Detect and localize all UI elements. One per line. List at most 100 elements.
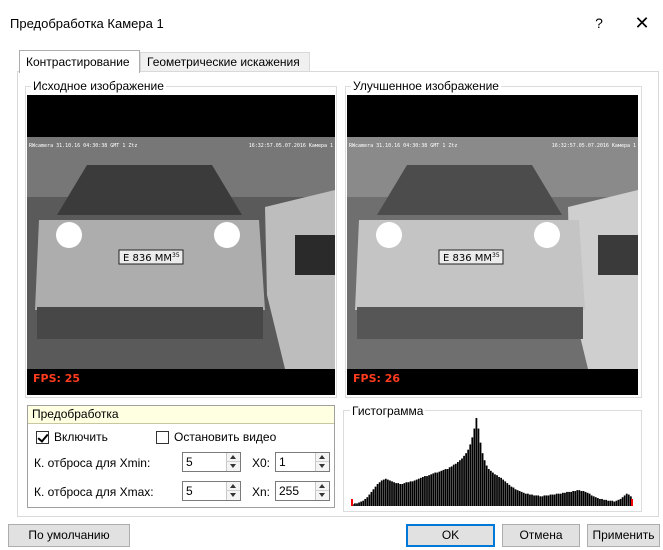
histogram-bar <box>459 460 461 506</box>
histogram-bar <box>448 467 451 506</box>
enhanced-image-label: Улучшенное изображение <box>351 79 501 93</box>
xn-value[interactable]: 255 <box>279 484 299 498</box>
histogram-bar <box>434 472 437 506</box>
histogram-max-marker <box>631 499 633 506</box>
tab-geometric-distortion[interactable]: Геометрические искажения <box>140 52 310 72</box>
xmin-spinbox[interactable]: 5 <box>182 452 241 472</box>
enhanced-video-view: E 836 MM 35 RWcamera 31.10.16 04:30:38 GMT… <box>347 95 638 395</box>
histogram-bar <box>393 482 395 506</box>
x0-up-icon[interactable] <box>316 453 329 462</box>
histogram-bar <box>389 480 391 506</box>
preprocessing-title: Предобработка <box>28 406 334 424</box>
window-title: Предобработка Камера 1 <box>10 16 164 31</box>
histogram-bar <box>440 470 443 506</box>
enable-checkbox-label: Включить <box>54 430 108 444</box>
histogram-bar <box>607 500 610 506</box>
car-bumper <box>37 307 263 339</box>
histogram-bar <box>601 498 603 506</box>
car-bumper <box>357 307 583 339</box>
tab-contrast[interactable]: Контрастирование <box>19 50 140 73</box>
xmin-spin-buttons <box>226 453 240 471</box>
histogram-bar <box>524 493 527 506</box>
histogram-bar <box>613 501 616 506</box>
histogram-bar <box>508 484 511 506</box>
histogram-bar <box>545 495 548 506</box>
histogram-bar <box>599 498 601 506</box>
xmin-value[interactable]: 5 <box>186 455 193 469</box>
histogram-bar <box>401 484 404 506</box>
histogram-bar <box>533 495 535 506</box>
xmax-value[interactable]: 5 <box>186 484 193 498</box>
enable-checkbox[interactable]: Включить <box>36 430 108 444</box>
histogram-bar <box>419 477 422 506</box>
histogram-bar <box>415 479 418 506</box>
histogram-bar <box>382 479 385 506</box>
x0-label: X0: <box>252 456 271 470</box>
histogram-bar <box>522 492 525 506</box>
histogram-bar <box>557 493 560 506</box>
x0-value[interactable]: 1 <box>279 455 286 469</box>
histogram-bar <box>500 477 502 506</box>
histogram-bar <box>442 469 445 506</box>
histogram-bar <box>586 492 589 506</box>
camera-overlay-right: 16:32:57.05.07.2016 Камера 1 <box>249 143 333 149</box>
histogram-bar <box>551 494 554 506</box>
camera-scene: E 836 MM 35 RWcamera 31.10.16 04:30:38 GMT… <box>27 137 335 369</box>
close-button[interactable]: ✕ <box>625 8 659 38</box>
cancel-button[interactable]: Отмена <box>502 524 580 547</box>
histogram-bar <box>520 491 523 506</box>
histogram-bar <box>619 498 622 506</box>
xmax-spinbox[interactable]: 5 <box>182 481 241 501</box>
histogram-chart <box>344 416 642 512</box>
x0-spinbox[interactable]: 1 <box>275 452 330 472</box>
histogram-bar <box>399 484 402 506</box>
histogram-bar <box>584 491 587 506</box>
histogram-bar <box>454 463 457 506</box>
apply-button[interactable]: Применить <box>587 524 660 547</box>
histogram-bar <box>489 470 492 506</box>
histogram-bar <box>535 495 537 506</box>
help-button[interactable]: ? <box>584 8 614 38</box>
histogram-bar <box>354 503 356 506</box>
histogram-bar <box>426 476 428 506</box>
histogram-bar <box>428 475 430 506</box>
histogram-bar <box>543 495 546 506</box>
source-camera-frame: E 836 MM 35 RWcamera 31.10.16 04:30:38 GMT… <box>27 137 335 369</box>
defaults-button[interactable]: По умолчанию <box>8 524 130 547</box>
xn-spinbox[interactable]: 255 <box>275 481 330 501</box>
license-plate-text: E 836 MM <box>123 253 172 264</box>
histogram-bar <box>518 491 521 506</box>
histogram-bar <box>625 493 628 506</box>
xmin-label: К. отброса для Xmin: <box>34 456 151 470</box>
stop-video-checkbox-box[interactable] <box>156 430 169 444</box>
xn-down-icon[interactable] <box>316 491 329 500</box>
histogram-bar <box>473 428 476 506</box>
x0-down-icon[interactable] <box>316 462 329 471</box>
histogram-bar <box>617 499 620 506</box>
histogram-bar <box>492 472 494 506</box>
xmin-up-icon[interactable] <box>227 453 240 462</box>
histogram-bar <box>438 471 441 506</box>
xn-up-icon[interactable] <box>316 482 329 491</box>
histogram-bar <box>411 481 414 506</box>
xmax-up-icon[interactable] <box>227 482 240 491</box>
histogram-bar <box>555 493 558 506</box>
histogram-bar <box>356 503 358 506</box>
xmax-down-icon[interactable] <box>227 491 240 500</box>
license-plate-text: E 836 MM <box>443 253 492 264</box>
histogram-bar <box>605 499 607 506</box>
histogram-bar <box>623 495 626 506</box>
ok-button[interactable]: OK <box>406 524 495 547</box>
histogram-bar <box>380 480 383 506</box>
stop-video-checkbox[interactable]: Остановить видео <box>156 430 276 444</box>
histogram-bar <box>477 428 480 506</box>
histogram-bar <box>370 491 373 506</box>
histogram-bar <box>471 437 474 506</box>
side-car-window <box>598 235 638 275</box>
enable-checkbox-box[interactable] <box>36 430 49 444</box>
xmin-down-icon[interactable] <box>227 462 240 471</box>
histogram-bar <box>582 491 585 506</box>
histogram-bar <box>366 497 369 506</box>
histogram-bar <box>547 495 550 506</box>
histogram-bar <box>432 473 435 506</box>
